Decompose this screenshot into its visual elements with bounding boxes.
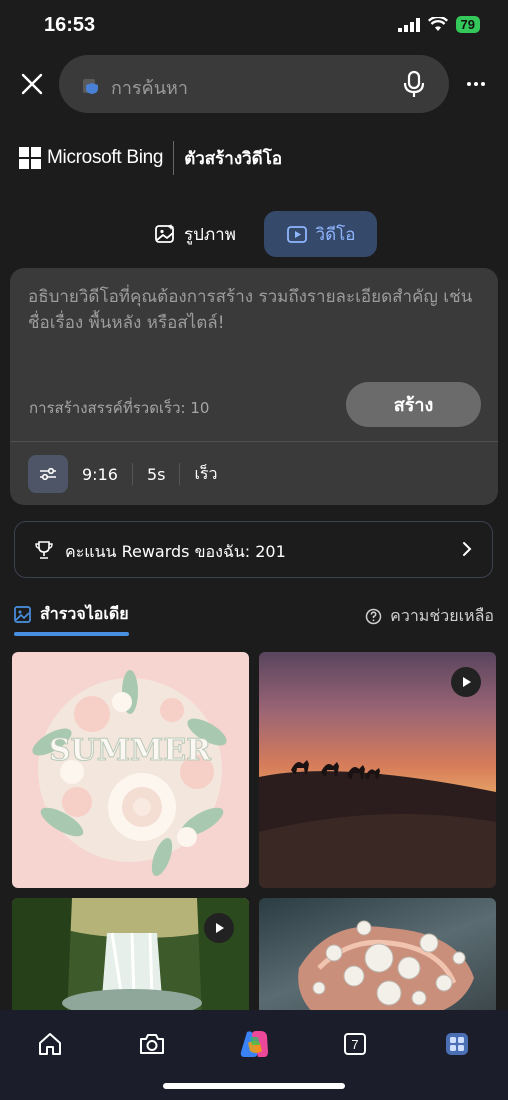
play-button[interactable] [451, 667, 481, 697]
nav-copilot[interactable] [236, 1026, 272, 1062]
create-button[interactable]: สร้าง [346, 382, 481, 427]
help-link[interactable]: ความช่วยเหลือ [365, 604, 494, 629]
privacy-shield-icon [83, 79, 98, 94]
close-button[interactable] [14, 66, 50, 102]
status-time: 16:53 [44, 14, 96, 36]
battery-indicator: 79 [455, 16, 480, 33]
gallery-tile[interactable] [259, 652, 496, 888]
pearl-brooch-artwork [298, 920, 474, 1018]
tab-explore-ideas[interactable]: สำรวจไอเดีย [14, 602, 129, 627]
active-tab-underline [14, 632, 129, 636]
speed-option[interactable]: เร็ว [180, 462, 231, 487]
close-icon [21, 73, 43, 95]
play-icon [216, 923, 224, 933]
home-icon [39, 1033, 61, 1055]
rewards-banner[interactable]: คะแนน Rewards ของฉัน: 201 [14, 521, 493, 578]
microsoft-logo-icon [19, 147, 41, 169]
tab-image-label: รูปภาพ [184, 224, 236, 245]
trophy-icon [35, 541, 53, 559]
nav-tabs[interactable]: 7 [337, 1026, 373, 1062]
gallery-icon [14, 606, 31, 623]
video-icon [286, 226, 307, 243]
aspect-ratio-option[interactable]: 9:16 [82, 465, 132, 484]
signal-icon [397, 17, 420, 32]
gallery-tile[interactable] [259, 898, 496, 1018]
top-bar: การค้นหา [0, 54, 508, 114]
tab-video-label: วิดีโอ [315, 224, 356, 245]
summer-flowers-artwork: SUMMER [32, 670, 227, 876]
more-dot-icon [467, 82, 471, 86]
tabs-count-icon: 7 [344, 1033, 366, 1055]
card-divider [10, 441, 498, 442]
wifi-icon [427, 17, 448, 31]
brand-divider [173, 141, 175, 175]
duration-option[interactable]: 5s [133, 465, 180, 484]
tab-image[interactable]: รูปภาพ [140, 211, 250, 257]
prompt-input[interactable]: อธิบายวิดีโอที่คุณต้องการสร้าง รวมถึงราย… [28, 284, 478, 336]
brand-name: Microsoft Bing [47, 147, 164, 168]
status-icons: 79 [397, 16, 480, 33]
more-options-button[interactable] [464, 74, 488, 94]
explore-section-header: สำรวจไอเดีย ความช่วยเหลือ [0, 600, 508, 640]
image-icon [155, 224, 175, 243]
copilot-icon [240, 1031, 268, 1057]
nav-home[interactable] [32, 1026, 68, 1062]
settings-button[interactable] [28, 455, 68, 493]
camera-icon [140, 1034, 164, 1054]
help-label: ความช่วยเหลือ [390, 606, 494, 625]
gallery-tile[interactable] [12, 898, 249, 1018]
status-bar: 16:53 79 [0, 0, 508, 54]
summer-artwork-text: SUMMER [49, 733, 212, 768]
microphone-icon[interactable] [403, 70, 425, 98]
brand-header: Microsoft Bing ตัวสร้างวิดีโอ [19, 138, 282, 178]
help-icon [365, 608, 382, 625]
apps-grid-icon [446, 1033, 468, 1055]
prompt-card: อธิบายวิดีโอที่คุณต้องการสร้าง รวมถึงราย… [10, 268, 498, 505]
rewards-label: คะแนน Rewards ของฉัน: 201 [65, 542, 286, 561]
video-options-row: 9:16 5s เร็ว [28, 455, 232, 493]
chevron-right-icon [463, 542, 472, 556]
boosts-counter: การสร้างสรรค์ที่รวดเร็ว: 10 [29, 399, 210, 417]
nav-camera[interactable] [134, 1026, 170, 1062]
home-indicator [163, 1083, 345, 1089]
tab-video[interactable]: วิดีโอ [264, 211, 377, 257]
sliders-icon [40, 467, 56, 481]
explore-label: สำรวจไอเดีย [40, 604, 129, 623]
mode-tabs: รูปภาพ วิดีโอ [0, 211, 508, 257]
nav-apps[interactable] [439, 1026, 475, 1062]
play-icon [463, 677, 471, 687]
gallery-tile[interactable]: SUMMER [12, 652, 249, 888]
search-input[interactable]: การค้นหา [59, 55, 449, 113]
more-dot-icon [474, 82, 478, 86]
play-button[interactable] [204, 913, 234, 943]
product-name: ตัวสร้างวิดีโอ [184, 148, 283, 169]
more-dot-icon [481, 82, 485, 86]
search-placeholder: การค้นหา [111, 78, 188, 99]
